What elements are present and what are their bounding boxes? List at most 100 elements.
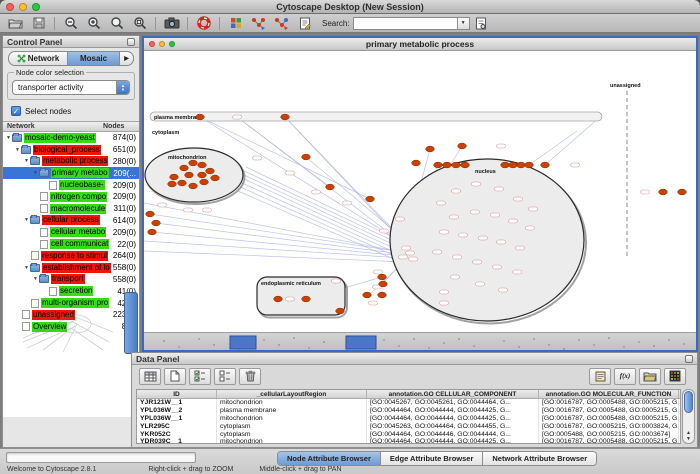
network-node-small[interactable] xyxy=(451,275,460,279)
network-node-small[interactable] xyxy=(440,230,449,234)
tree-row[interactable]: response to stimul264(0) xyxy=(3,250,139,262)
network-node-small[interactable] xyxy=(233,115,242,119)
select-attributes-button[interactable] xyxy=(189,368,211,385)
import-attributes-button[interactable] xyxy=(639,368,661,385)
network-node-small[interactable] xyxy=(253,156,262,160)
attribute-table-button[interactable] xyxy=(139,368,161,385)
network-node[interactable] xyxy=(378,274,387,280)
network-node[interactable] xyxy=(198,162,207,168)
destroy-network-view-button[interactable] xyxy=(270,15,293,32)
network-node[interactable] xyxy=(180,165,189,171)
column-header[interactable]: annotation.GO CELLULAR_COMPONENT xyxy=(367,390,539,398)
network-node[interactable] xyxy=(198,172,207,178)
table-row[interactable]: YJR121W__1mitochondrion[GO:0045267, GO:0… xyxy=(137,399,680,407)
advanced-search-button[interactable] xyxy=(470,15,493,32)
column-header[interactable]: annotation.GO MOLECULAR_FUNCTION xyxy=(539,390,679,398)
network-node-small[interactable] xyxy=(495,187,504,191)
network-node[interactable] xyxy=(678,189,687,195)
network-node[interactable] xyxy=(302,154,311,160)
zoom-out-button[interactable] xyxy=(59,15,82,32)
table-row[interactable]: YPL036W__1mitochondrion[GO:0044464, GO:0… xyxy=(137,415,680,423)
network-node[interactable] xyxy=(206,168,215,174)
expand-arrow-icon[interactable]: ▼ xyxy=(23,217,30,223)
column-header[interactable]: _cellularLayoutRegion xyxy=(217,390,367,398)
network-node[interactable] xyxy=(281,114,290,120)
network-node-small[interactable] xyxy=(158,203,167,207)
tree-row[interactable]: ▼cellular process614(0) xyxy=(3,215,139,227)
tree-row[interactable]: ▼biological_process651(0) xyxy=(3,144,139,156)
notes-button[interactable] xyxy=(589,368,611,385)
tree-row[interactable]: ▼mosaic-demo-yeast874(0) xyxy=(3,132,139,144)
network-node-small[interactable] xyxy=(380,229,389,233)
network-node[interactable] xyxy=(274,296,283,302)
network-node-small[interactable] xyxy=(409,257,418,261)
expand-arrow-icon[interactable]: ▼ xyxy=(32,276,39,282)
search-input[interactable] xyxy=(353,17,457,30)
tree-row[interactable]: ▼transport558(0) xyxy=(3,274,139,286)
network-node[interactable] xyxy=(189,160,198,166)
network-node-small[interactable] xyxy=(476,282,485,286)
tab-network-attribute-browser[interactable]: Network Attribute Browser xyxy=(483,452,596,465)
tree-row[interactable]: macromolecule311(0) xyxy=(3,203,139,215)
network-node-small[interactable] xyxy=(433,250,442,254)
network-node-small[interactable] xyxy=(499,288,508,292)
tree-row[interactable]: ▼establishment of lo558(0) xyxy=(3,262,139,274)
network-node[interactable] xyxy=(200,179,209,185)
expand-arrow-icon[interactable]: ▼ xyxy=(32,170,39,176)
tab-edge-attribute-browser[interactable]: Edge Attribute Browser xyxy=(381,452,483,465)
float-panel-icon[interactable] xyxy=(127,38,135,46)
tree-row[interactable]: nitrogen compo209(0) xyxy=(3,191,139,203)
network-node[interactable] xyxy=(379,281,388,287)
matrix-view-button[interactable] xyxy=(664,368,686,385)
network-node[interactable] xyxy=(326,184,335,190)
expand-arrow-icon[interactable]: ▼ xyxy=(23,265,30,271)
snapshot-button[interactable] xyxy=(160,15,183,32)
expand-arrow-icon[interactable]: ▼ xyxy=(23,158,30,164)
help-button[interactable] xyxy=(192,15,215,32)
network-node[interactable] xyxy=(211,175,220,181)
search-dropdown-arrow[interactable]: ▼ xyxy=(457,17,470,30)
network-node[interactable] xyxy=(196,114,205,120)
network-node-small[interactable] xyxy=(529,207,538,211)
network-node-small[interactable] xyxy=(369,301,378,305)
expand-arrow-icon[interactable]: ▼ xyxy=(5,135,12,141)
zoom-fit-button[interactable] xyxy=(128,15,151,32)
network-node[interactable] xyxy=(434,162,443,168)
network-node[interactable] xyxy=(458,143,467,149)
vizmapper-button[interactable] xyxy=(224,15,247,32)
network-node-small[interactable] xyxy=(440,301,449,305)
network-node[interactable] xyxy=(426,146,435,152)
network-node[interactable] xyxy=(412,160,421,166)
tree-row[interactable]: cellular metabo209(0) xyxy=(3,226,139,238)
network-node-small[interactable] xyxy=(399,255,408,259)
network-node-small[interactable] xyxy=(491,213,500,217)
network-node-small[interactable] xyxy=(526,226,535,230)
tree-row[interactable]: ▼metabolic process280(0) xyxy=(3,156,139,168)
network-node[interactable] xyxy=(443,162,452,168)
network-node-small[interactable] xyxy=(516,246,525,250)
network-node-small[interactable] xyxy=(452,189,461,193)
network-node-small[interactable] xyxy=(641,190,650,194)
new-attribute-button[interactable] xyxy=(164,368,186,385)
zoom-in-button[interactable] xyxy=(82,15,105,32)
network-node-small[interactable] xyxy=(203,208,212,212)
tab-overflow-button[interactable]: ▶ xyxy=(120,51,134,66)
zoom-selected-button[interactable] xyxy=(105,15,128,32)
network-node[interactable] xyxy=(363,292,372,298)
network-node[interactable] xyxy=(509,162,518,168)
tree-row[interactable]: ▼primary metabo209(... xyxy=(3,167,139,179)
tab-node-attribute-browser[interactable]: Node Attribute Browser xyxy=(278,452,381,465)
scrollbar-arrows[interactable]: ▲▼ xyxy=(683,430,694,442)
column-header[interactable]: ID xyxy=(137,390,217,398)
network-node[interactable] xyxy=(501,162,510,168)
network-node-small[interactable] xyxy=(332,279,341,283)
network-node-small[interactable] xyxy=(374,270,383,274)
table-row[interactable]: YDR039C__1mitochondrion[GO:0044464, GO:0… xyxy=(137,438,680,444)
network-node-small[interactable] xyxy=(286,171,295,175)
network-node-small[interactable] xyxy=(513,270,522,274)
network-node-small[interactable] xyxy=(471,210,480,214)
unselect-attributes-button[interactable] xyxy=(214,368,236,385)
network-node-small[interactable] xyxy=(473,260,482,264)
network-node-small[interactable] xyxy=(286,297,295,301)
network-node[interactable] xyxy=(189,183,198,189)
